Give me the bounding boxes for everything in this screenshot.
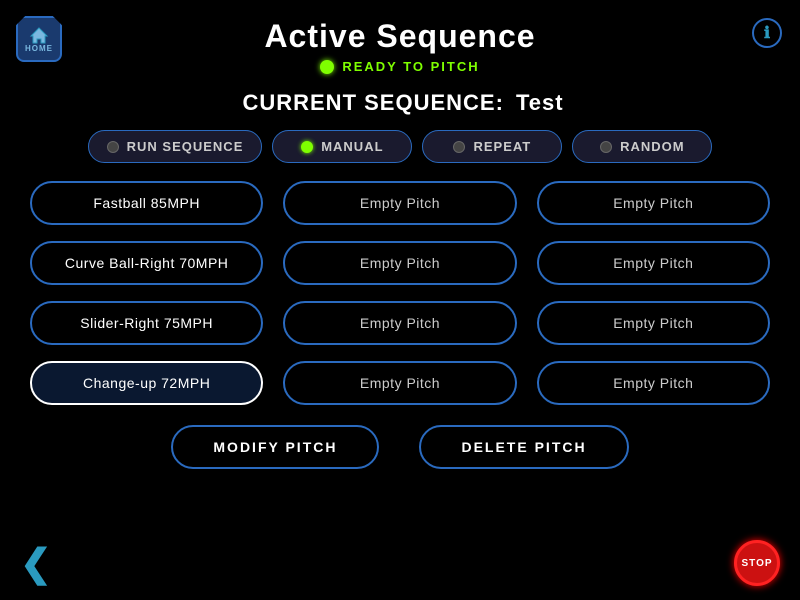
pitch-cell: Empty Pitch xyxy=(273,293,526,353)
pitch-button-p4[interactable]: Curve Ball-Right 70MPH xyxy=(30,241,263,285)
page-title: Active Sequence xyxy=(0,18,800,55)
current-sequence-label: CURRENT SEQUENCE: Test xyxy=(0,90,800,116)
back-button[interactable]: ❮ xyxy=(20,541,52,586)
pitch-button-p3[interactable]: Empty Pitch xyxy=(537,181,770,225)
pitch-cell: Change-up 72MPH xyxy=(20,353,273,413)
pitch-button-p12[interactable]: Empty Pitch xyxy=(537,361,770,405)
pitch-button-p1[interactable]: Fastball 85MPH xyxy=(30,181,263,225)
pitch-cell: Slider-Right 75MPH xyxy=(20,293,273,353)
pitch-button-p7[interactable]: Slider-Right 75MPH xyxy=(30,301,263,345)
pitch-grid: Fastball 85MPH Empty Pitch Empty Pitch Curv… xyxy=(20,173,780,413)
random-dot xyxy=(600,141,612,153)
delete-pitch-button[interactable]: DELETE PITCH xyxy=(419,425,628,469)
random-button[interactable]: RANDOM xyxy=(572,130,712,163)
stop-button[interactable]: STOP xyxy=(734,540,780,586)
modify-pitch-button[interactable]: MODIFY PITCH xyxy=(171,425,379,469)
pitch-button-p5[interactable]: Empty Pitch xyxy=(283,241,516,285)
action-row: MODIFY PITCH DELETE PITCH xyxy=(0,425,800,469)
pitch-cell: Empty Pitch xyxy=(527,293,780,353)
pitch-cell: Empty Pitch xyxy=(527,173,780,233)
random-label: RANDOM xyxy=(620,139,685,154)
pitch-button-p6[interactable]: Empty Pitch xyxy=(537,241,770,285)
header: Active Sequence READY TO PITCH xyxy=(0,0,800,80)
repeat-label: REPEAT xyxy=(473,139,531,154)
status-row: READY TO PITCH xyxy=(0,59,800,74)
manual-button[interactable]: MANUAL xyxy=(272,130,412,163)
manual-label: MANUAL xyxy=(321,139,383,154)
stop-label: STOP xyxy=(741,558,772,569)
footer: ❮ STOP xyxy=(0,540,800,586)
pitch-button-p9[interactable]: Empty Pitch xyxy=(537,301,770,345)
run-sequence-button[interactable]: RUN SEQUENCE xyxy=(88,130,263,163)
pitch-button-p10[interactable]: Change-up 72MPH xyxy=(30,361,263,405)
pitch-cell: Empty Pitch xyxy=(273,353,526,413)
ready-status: READY TO PITCH xyxy=(342,59,479,74)
pitch-cell: Curve Ball-Right 70MPH xyxy=(20,233,273,293)
run-sequence-dot xyxy=(107,141,119,153)
repeat-dot xyxy=(453,141,465,153)
run-sequence-label: RUN SEQUENCE xyxy=(127,139,244,154)
pitch-button-p8[interactable]: Empty Pitch xyxy=(283,301,516,345)
pitch-cell: Empty Pitch xyxy=(527,353,780,413)
pitch-button-p11[interactable]: Empty Pitch xyxy=(283,361,516,405)
pitch-cell: Empty Pitch xyxy=(527,233,780,293)
pitch-button-p2[interactable]: Empty Pitch xyxy=(283,181,516,225)
pitch-cell: Empty Pitch xyxy=(273,233,526,293)
pitch-cell: Fastball 85MPH xyxy=(20,173,273,233)
status-indicator xyxy=(320,60,334,74)
repeat-button[interactable]: REPEAT xyxy=(422,130,562,163)
pitch-cell: Empty Pitch xyxy=(273,173,526,233)
manual-dot xyxy=(301,141,313,153)
mode-row: RUN SEQUENCE MANUAL REPEAT RANDOM xyxy=(16,130,784,163)
sequence-name: Test xyxy=(516,90,564,115)
